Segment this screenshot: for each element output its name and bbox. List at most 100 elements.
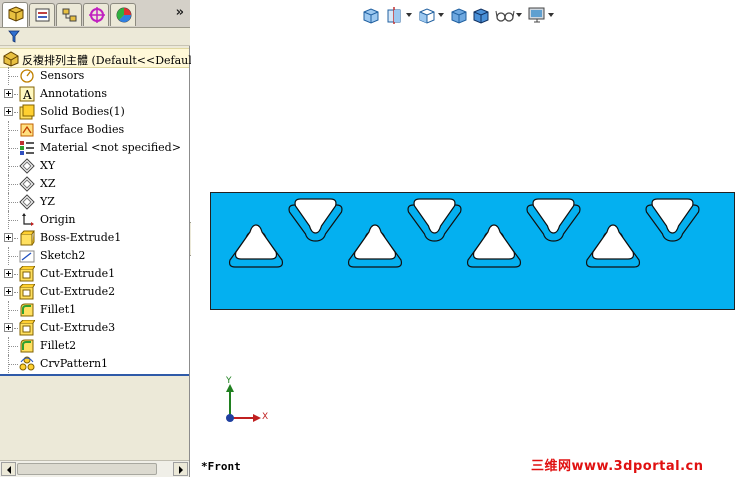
- arrow-left-icon: [7, 466, 11, 474]
- tree-item-label: XY: [40, 159, 56, 172]
- tree-connector: [9, 364, 18, 365]
- tree-item[interactable]: Fillet1: [0, 301, 189, 319]
- tree-connector: [14, 112, 18, 113]
- shaded-edges-icon: [473, 8, 489, 24]
- part-body[interactable]: [210, 192, 735, 310]
- view-orientation-dropdown[interactable]: [438, 13, 444, 17]
- more-tabs-button[interactable]: »: [176, 5, 184, 20]
- zoom-fit-icon: [363, 8, 379, 24]
- tree-item[interactable]: Surface Bodies: [0, 121, 189, 139]
- fillet-icon: [19, 302, 35, 318]
- plane-icon: [19, 176, 35, 192]
- tree-item[interactable]: XZ: [0, 175, 189, 193]
- tree-item-label: Origin: [40, 213, 76, 226]
- previous-view-button[interactable]: [385, 5, 405, 25]
- tab-display-manager[interactable]: [110, 3, 136, 26]
- tree-item[interactable]: Sketch2: [0, 247, 189, 265]
- tree-item[interactable]: YZ: [0, 193, 189, 211]
- expand-icon[interactable]: [4, 269, 13, 278]
- tree-connector: [14, 238, 18, 239]
- tab-dimxpert-manager[interactable]: [83, 3, 109, 26]
- expand-icon[interactable]: [4, 287, 13, 296]
- expand-icon[interactable]: [4, 323, 13, 332]
- filter-row: [0, 28, 190, 46]
- tree-item[interactable]: Origin: [0, 211, 189, 229]
- scroll-right-button[interactable]: [173, 462, 188, 476]
- tree-connector: [9, 202, 18, 203]
- slot-cutout: [234, 224, 278, 260]
- tree-connector: [9, 310, 18, 311]
- tree-item-label: Solid Bodies(1): [40, 105, 125, 118]
- tree-item[interactable]: Cut-Extrude3: [0, 319, 189, 337]
- feature-tree: 反複排列主體 (Default<<Default> Sensors A Annota…: [0, 48, 205, 374]
- view-orientation-button[interactable]: [417, 5, 437, 25]
- display-manager-icon: [116, 7, 132, 23]
- fillet-icon: [19, 338, 35, 354]
- tree-connector: [9, 166, 18, 167]
- property-manager-icon: [35, 8, 50, 22]
- graphics-viewport[interactable]: Y X *Front 三维网www.3dportal.cn: [191, 0, 752, 477]
- zoom-to-fit-button[interactable]: [361, 5, 381, 25]
- expand-icon[interactable]: [4, 233, 13, 242]
- glasses-icon: [495, 10, 515, 22]
- scroll-thumb[interactable]: [17, 463, 157, 475]
- tree-item-label: Annotations: [40, 87, 108, 100]
- plane-icon: [19, 194, 35, 210]
- cut-extrude-icon: [19, 319, 36, 336]
- tree-item[interactable]: Solid Bodies(1): [0, 103, 189, 121]
- solidworks-window: » 反複排列主體 (Default<<Default> Sensors A Anno…: [0, 0, 752, 477]
- tree-item[interactable]: CrvPattern1: [0, 355, 189, 373]
- dimxpert-icon: [89, 7, 105, 23]
- tree-connector: [14, 94, 18, 95]
- tree-connector: [14, 274, 18, 275]
- sketch-icon: [19, 248, 35, 264]
- part-slots: [228, 198, 700, 268]
- slot-cutout: [472, 224, 516, 260]
- expand-icon[interactable]: [4, 107, 13, 116]
- tree-root-part[interactable]: 反複排列主體 (Default<<Default>: [0, 48, 205, 68]
- tree-item-label: Fillet1: [40, 303, 77, 316]
- tree-item[interactable]: A Annotations: [0, 85, 189, 103]
- feature-manager-panel: » 反複排列主體 (Default<<Default> Sensors A Anno…: [0, 0, 205, 477]
- appearance-dropdown[interactable]: [548, 13, 554, 17]
- triad-x-label: X: [262, 412, 269, 422]
- tree-item-label: Surface Bodies: [40, 123, 125, 136]
- tree-item[interactable]: Boss-Extrude1: [0, 229, 189, 247]
- tree-connector: [9, 220, 18, 221]
- tree-connector: [9, 184, 18, 185]
- tree-item[interactable]: Cut-Extrude2: [0, 283, 189, 301]
- extrude-icon: [19, 230, 35, 246]
- expand-icon[interactable]: [4, 89, 13, 98]
- panel-tabs: »: [0, 0, 190, 28]
- section-view-dropdown[interactable]: [406, 13, 412, 17]
- tree-item-label: Cut-Extrude1: [40, 267, 116, 280]
- tree-item-label: XZ: [40, 177, 56, 190]
- solid-bodies-icon: [19, 104, 35, 120]
- horizontal-scrollbar[interactable]: [0, 460, 189, 477]
- shaded-edges-button[interactable]: [471, 5, 491, 25]
- tab-configuration-manager[interactable]: [56, 3, 82, 26]
- panel-empty-area: [0, 376, 189, 460]
- tree-item-label: Material <not specified>: [40, 141, 181, 154]
- tree-item-label: Sensors: [40, 69, 85, 82]
- tree-item-label: CrvPattern1: [40, 357, 109, 370]
- tree-connector: [9, 346, 18, 347]
- tree-item[interactable]: Cut-Extrude1: [0, 265, 189, 283]
- sensor-icon: [19, 68, 35, 84]
- watermark-text: 三维网www.3dportal.cn: [531, 459, 704, 474]
- scroll-left-button[interactable]: [1, 462, 16, 476]
- tab-property-manager[interactable]: [29, 3, 55, 26]
- surface-bodies-icon: [19, 122, 35, 138]
- tree-item[interactable]: XY: [0, 157, 189, 175]
- display-style-button[interactable]: [449, 5, 469, 25]
- tree-item[interactable]: Fillet2: [0, 337, 189, 355]
- hide-show-items-button[interactable]: [495, 5, 515, 25]
- view-name-label: *Front: [201, 460, 241, 473]
- appearance-button[interactable]: [527, 5, 547, 25]
- hide-show-dropdown[interactable]: [516, 13, 522, 17]
- tree-item[interactable]: Sensors: [0, 67, 189, 85]
- filter-icon[interactable]: [8, 30, 20, 43]
- tab-feature-manager[interactable]: [2, 2, 28, 27]
- tree-connector: [14, 292, 18, 293]
- tree-item[interactable]: Material <not specified>: [0, 139, 189, 157]
